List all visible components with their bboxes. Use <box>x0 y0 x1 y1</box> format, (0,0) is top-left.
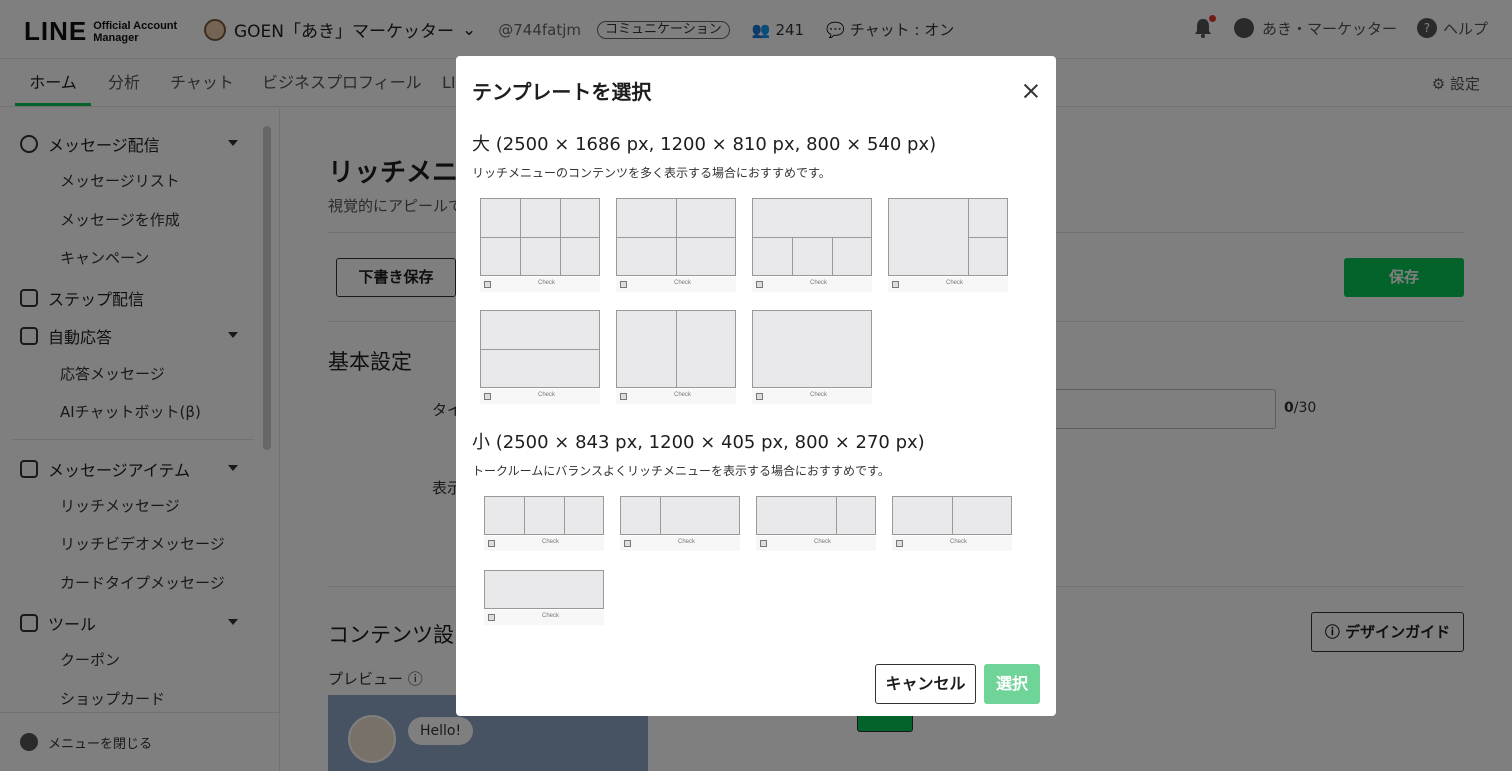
keyboard-icon <box>484 393 491 400</box>
large-size-description: リッチメニューのコンテンツを多く表示する場合におすすめです。 <box>472 166 831 180</box>
template-check-label: Check <box>538 280 556 286</box>
template-chat-bar: Check <box>616 389 736 404</box>
template-divider <box>676 311 677 387</box>
template-divider <box>831 237 833 275</box>
keyboard-icon <box>756 393 763 400</box>
template-chat-bar: Check <box>484 610 604 625</box>
template-layout-preview <box>484 496 604 535</box>
template-layout-preview <box>756 496 876 535</box>
keyboard-icon <box>760 540 767 547</box>
template-divider <box>524 497 526 534</box>
template-layout-preview <box>480 198 600 276</box>
template-option-6[interactable]: Check <box>612 310 736 405</box>
template-check-label: Check <box>678 539 696 545</box>
template-option-3[interactable]: Check <box>748 198 872 293</box>
template-option-5[interactable]: Check <box>476 310 600 405</box>
template-divider <box>952 497 953 534</box>
template-divider <box>481 237 599 238</box>
template-chat-bar: Check <box>480 389 600 404</box>
template-check-label: Check <box>946 280 964 286</box>
template-layout-preview <box>752 198 872 276</box>
template-chat-bar: Check <box>616 277 736 292</box>
template-divider <box>753 237 871 238</box>
template-option-4[interactable]: Check <box>884 198 1008 293</box>
template-option-9[interactable]: Check <box>616 496 740 552</box>
template-layout-preview <box>616 198 736 276</box>
template-check-label: Check <box>814 539 832 545</box>
template-chat-bar: Check <box>752 389 872 404</box>
small-size-description: トークルームにバランスよくリッチメニューを表示する場合におすすめです。 <box>472 464 890 478</box>
template-option-11[interactable]: Check <box>888 496 1012 552</box>
modal-title: テンプレートを選択 <box>472 80 652 104</box>
keyboard-icon <box>896 540 903 547</box>
template-divider <box>563 497 565 534</box>
template-layout-preview <box>888 198 1008 276</box>
close-icon[interactable] <box>1020 81 1042 103</box>
template-chat-bar: Check <box>752 277 872 292</box>
template-layout-preview <box>752 310 872 388</box>
template-layout-preview <box>620 496 740 535</box>
template-chat-bar: Check <box>892 536 1012 551</box>
template-check-label: Check <box>950 539 968 545</box>
template-chat-bar: Check <box>484 536 604 551</box>
template-select-modal: テンプレートを選択 大 (2500 × 1686 px, 1200 × 810 … <box>456 56 1056 716</box>
template-option-1[interactable]: Check <box>476 198 600 293</box>
template-divider <box>967 237 1007 238</box>
template-check-label: Check <box>810 392 828 398</box>
cancel-button[interactable]: キャンセル <box>875 664 976 704</box>
line-oam-app: LINE Official AccountManager GOEN「あき」マーケ… <box>0 0 1512 771</box>
keyboard-icon <box>620 281 627 288</box>
template-option-2[interactable]: Check <box>612 198 736 293</box>
template-check-label: Check <box>674 280 692 286</box>
template-divider <box>792 237 794 275</box>
template-check-label: Check <box>542 613 560 619</box>
template-divider <box>835 497 837 534</box>
template-option-8[interactable]: Check <box>480 496 604 552</box>
template-check-label: Check <box>810 280 828 286</box>
select-button[interactable]: 選択 <box>984 664 1040 704</box>
keyboard-icon <box>756 281 763 288</box>
template-option-12[interactable]: Check <box>480 570 604 626</box>
template-layout-preview <box>480 310 600 388</box>
template-chat-bar: Check <box>480 277 600 292</box>
keyboard-icon <box>488 540 495 547</box>
template-chat-bar: Check <box>620 536 740 551</box>
keyboard-icon <box>488 614 495 621</box>
large-size-heading: 大 (2500 × 1686 px, 1200 × 810 px, 800 × … <box>472 134 937 155</box>
template-chat-bar: Check <box>888 277 1008 292</box>
template-layout-preview <box>892 496 1012 535</box>
template-layout-preview <box>616 310 736 388</box>
template-divider <box>481 349 599 350</box>
template-option-7[interactable]: Check <box>748 310 872 405</box>
small-size-heading: 小 (2500 × 843 px, 1200 × 405 px, 800 × 2… <box>472 432 925 453</box>
keyboard-icon <box>484 281 491 288</box>
template-chat-bar: Check <box>756 536 876 551</box>
template-check-label: Check <box>542 539 560 545</box>
template-check-label: Check <box>538 392 556 398</box>
template-option-10[interactable]: Check <box>752 496 876 552</box>
keyboard-icon <box>620 393 627 400</box>
template-divider <box>617 237 735 238</box>
template-layout-preview <box>484 570 604 609</box>
template-check-label: Check <box>674 392 692 398</box>
template-divider <box>660 497 662 534</box>
keyboard-icon <box>624 540 631 547</box>
keyboard-icon <box>892 281 899 288</box>
